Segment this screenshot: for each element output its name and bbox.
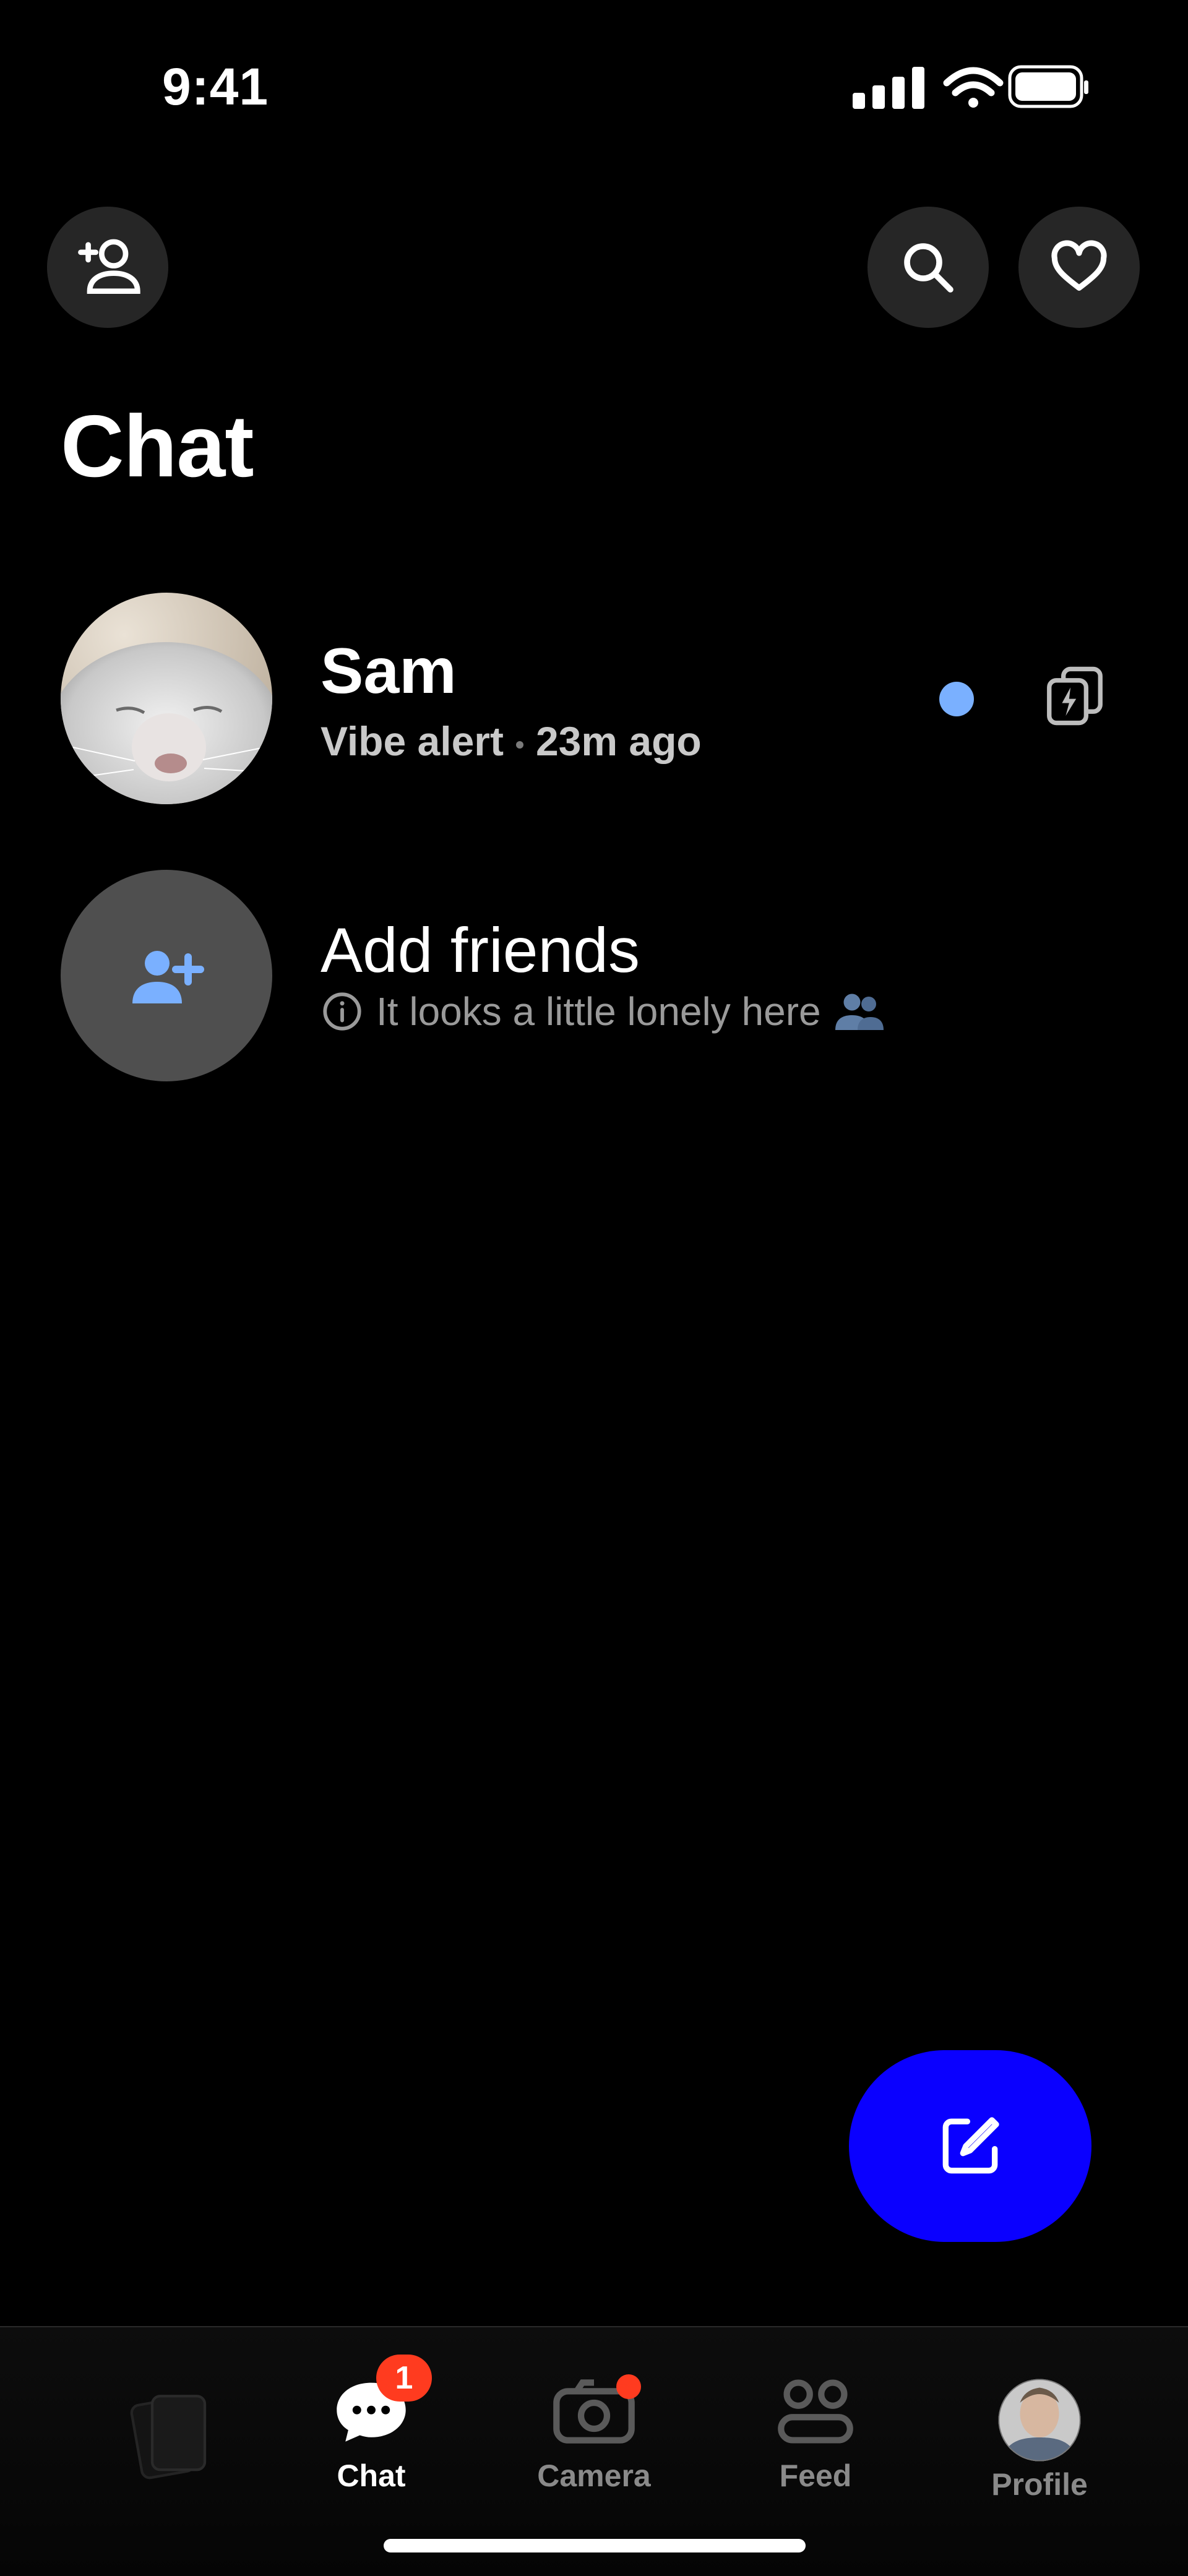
cards-stack-icon	[130, 2395, 207, 2479]
wifi-icon	[943, 67, 1004, 108]
tab-label: Camera	[537, 2458, 651, 2493]
chat-badge: 1	[376, 2355, 432, 2402]
profile-avatar	[998, 2379, 1081, 2462]
tab-label: Chat	[337, 2458, 406, 2493]
chat-row[interactable]: Sam Vibe alert 23m ago	[0, 582, 1188, 817]
info-icon	[323, 992, 361, 1031]
chat-preview: Vibe alert 23m ago	[321, 718, 702, 765]
feed-people-icon	[778, 2379, 853, 2444]
add-person-icon	[132, 951, 204, 1003]
search-button[interactable]	[867, 207, 989, 328]
compose-button[interactable]	[849, 2050, 1091, 2242]
tab-feed[interactable]: Feed	[735, 2377, 896, 2494]
battery-icon	[1008, 65, 1088, 108]
home-indicator	[384, 2539, 806, 2552]
tab-label: Feed	[779, 2458, 852, 2493]
add-friends-subtitle-text: It looks a little lonely here	[376, 989, 821, 1034]
unread-indicator	[939, 682, 974, 716]
tab-memories[interactable]	[93, 2383, 254, 2491]
cat-photo	[61, 593, 272, 804]
tab-chat[interactable]: 1 Chat	[291, 2355, 452, 2494]
people-emoji-icon	[835, 994, 884, 1030]
status-icons	[853, 65, 1088, 109]
favorites-button[interactable]	[1018, 207, 1140, 328]
avatar	[61, 593, 272, 804]
chat-message: Vibe alert	[321, 718, 504, 764]
separator-dot	[515, 741, 523, 749]
add-friends-subtitle: It looks a little lonely here	[321, 989, 885, 1034]
add-friend-button[interactable]	[47, 207, 168, 328]
cellular-signal-icon	[853, 67, 924, 109]
page-title: Chat	[61, 397, 254, 496]
chat-name: Sam	[321, 635, 457, 707]
tab-camera[interactable]: Camera	[514, 2374, 674, 2494]
heart-icon	[1051, 240, 1107, 291]
tab-profile[interactable]: Profile	[959, 2377, 1120, 2502]
flash-stack-icon[interactable]	[1041, 662, 1109, 730]
camera-notification-dot	[616, 2374, 641, 2399]
add-friends-avatar	[61, 870, 272, 1081]
add-friends-title: Add friends	[321, 915, 640, 985]
chat-time: 23m ago	[535, 718, 702, 764]
search-icon	[904, 243, 953, 293]
status-time: 9:41	[162, 58, 269, 116]
add-friend-icon	[78, 239, 140, 294]
add-friends-row[interactable]: Add friends It looks a little lonely her…	[0, 860, 1188, 1095]
tab-label: Profile	[991, 2467, 1088, 2502]
compose-icon	[942, 2117, 999, 2174]
